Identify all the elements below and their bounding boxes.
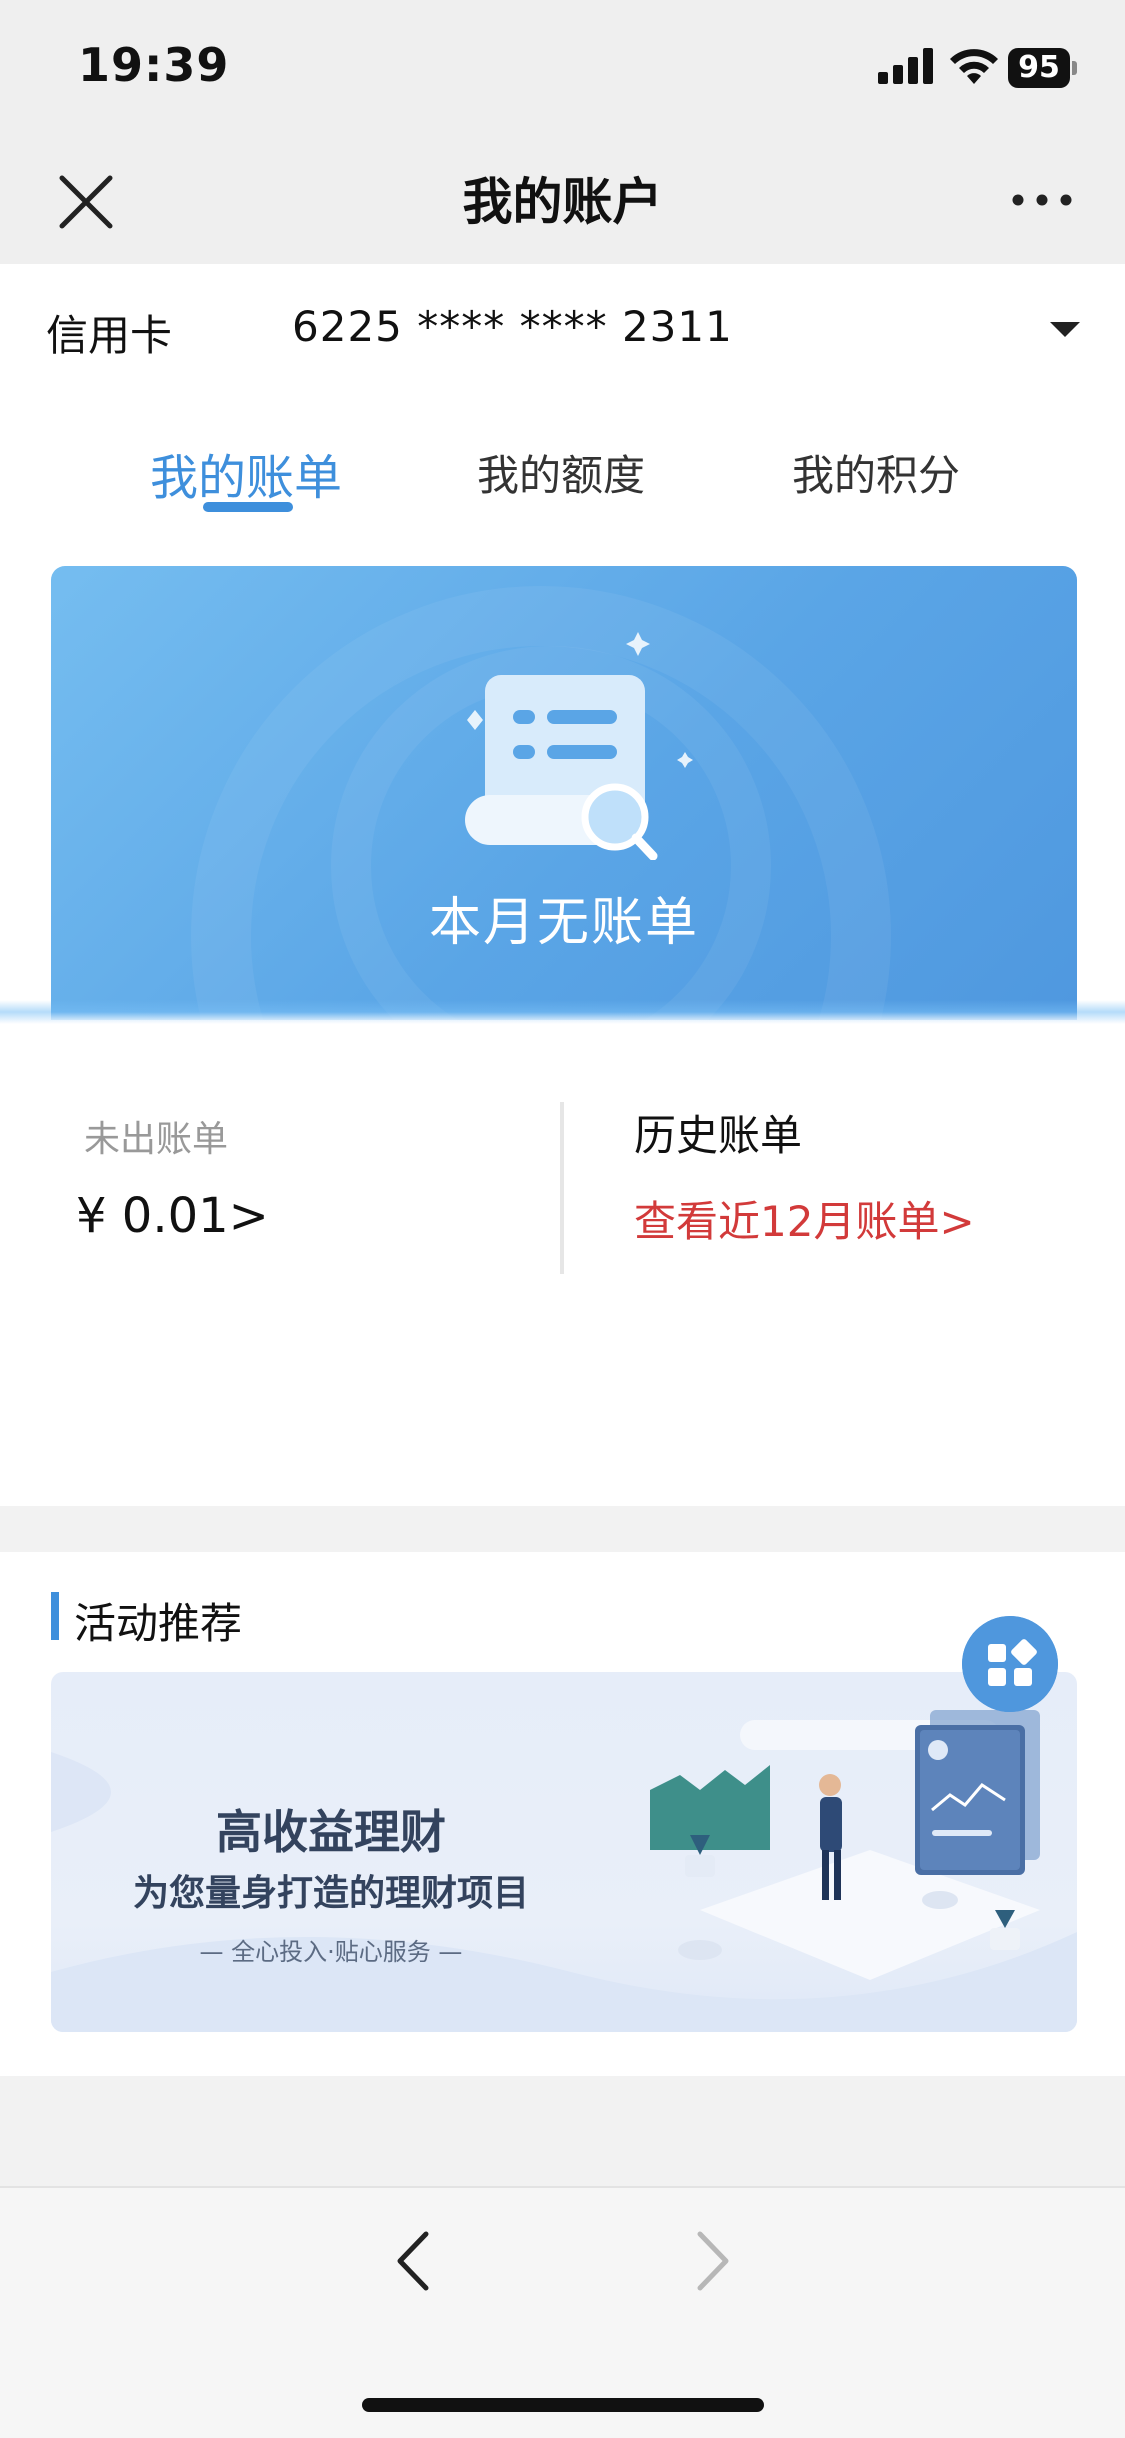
- apps-grid-icon[interactable]: [962, 1616, 1058, 1712]
- promo-tagline: — 全心投入·贴心服务 —: [199, 1938, 463, 1966]
- promo-title: 高收益理财: [216, 1805, 446, 1859]
- unbilled-amount-link[interactable]: ¥ 0.01>: [76, 1188, 269, 1244]
- tab-my-points[interactable]: 我的积分: [792, 442, 960, 503]
- battery-icon: 95: [1008, 48, 1077, 88]
- page-title: 我的账户: [462, 173, 663, 231]
- history-bill-label: 历史账单: [634, 1111, 803, 1160]
- more-options-icon[interactable]: [1010, 188, 1074, 212]
- card-number-selector[interactable]: 6225 **** **** 2311: [292, 302, 733, 351]
- account-type-label: 信用卡: [46, 311, 173, 360]
- promo-subtitle: 为您量身打造的理财项目: [132, 1873, 529, 1914]
- battery-level: 95: [1008, 48, 1070, 88]
- tab-my-bill[interactable]: 我的账单: [150, 438, 342, 508]
- chevron-down-icon[interactable]: [1050, 322, 1080, 337]
- document-search-icon: [465, 632, 693, 860]
- finance-illustration: [650, 1710, 1040, 1980]
- unbilled-label: 未出账单: [84, 1119, 229, 1160]
- section-title: 活动推荐: [74, 1599, 243, 1648]
- wifi-icon: [950, 49, 998, 84]
- home-indicator: [362, 2398, 764, 2412]
- view-history-link[interactable]: 查看近12月账单>: [634, 1188, 975, 1249]
- status-time: 19:39: [78, 38, 230, 92]
- active-tab-indicator: [203, 502, 293, 512]
- vertical-divider: [560, 1102, 564, 1274]
- forward-arrow-icon[interactable]: [688, 2228, 738, 2294]
- no-bill-message: 本月无账单: [428, 893, 699, 953]
- tab-my-credit-limit[interactable]: 我的额度: [477, 442, 645, 503]
- cellular-signal-icon: [878, 48, 933, 84]
- section-accent-bar: [51, 1592, 59, 1640]
- back-arrow-icon[interactable]: [388, 2228, 438, 2294]
